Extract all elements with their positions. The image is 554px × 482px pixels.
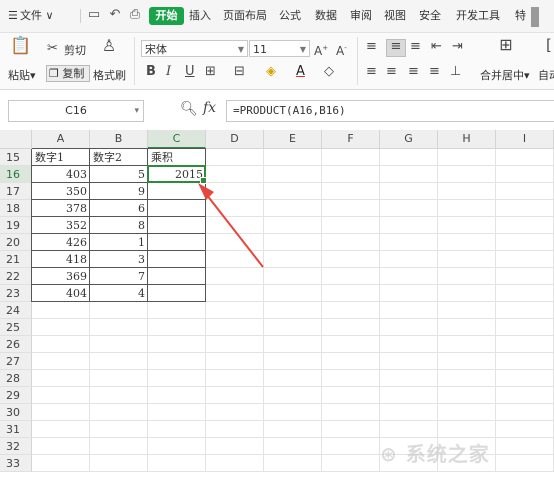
justify-icon[interactable]: ≡ xyxy=(429,65,440,79)
align-middle-icon[interactable]: ≡ xyxy=(386,39,406,57)
border-icon[interactable]: ⊞ xyxy=(205,65,216,79)
tab-security[interactable]: 安全 xyxy=(419,0,441,32)
cell-style-icon[interactable]: ⊟ xyxy=(234,65,245,79)
align-right-icon[interactable]: ≡ xyxy=(408,65,419,79)
indent-increase-icon[interactable]: ⇥ xyxy=(452,40,463,54)
align-top-icon[interactable]: ≡ xyxy=(366,40,377,54)
cut-button[interactable]: 剪切 xyxy=(64,42,86,58)
italic-icon[interactable]: I xyxy=(166,65,171,79)
tab-page-layout[interactable]: 页面布局 xyxy=(223,0,267,32)
indent-decrease-icon[interactable]: ⇤ xyxy=(431,40,442,54)
font-shrink-icon[interactable]: A- xyxy=(336,41,347,58)
tab-view[interactable]: 视图 xyxy=(384,0,406,32)
file-menu[interactable]: 文件 ∨ xyxy=(20,0,54,32)
chevron-down-icon: ▼ xyxy=(299,45,306,54)
underline-icon[interactable]: U xyxy=(185,65,195,79)
bold-icon[interactable]: B xyxy=(146,65,156,79)
tab-insert[interactable]: 插入 xyxy=(189,0,211,32)
paste-icon[interactable]: 📋 xyxy=(10,38,31,55)
zoom-search-icon[interactable]: 🔍︎ xyxy=(180,101,198,117)
merge-center-label: 合并居中 xyxy=(480,69,524,82)
font-color-icon[interactable]: A xyxy=(296,65,305,79)
format-painter-button[interactable]: 格式刷 xyxy=(93,67,126,83)
spreadsheet-grid: ABCDEFGHI 15 16 17 18 19 20 21 22 23 24 25 26 27 28 29… xyxy=(0,130,554,482)
align-left-icon[interactable]: ≡ xyxy=(366,65,377,79)
auto-wrap-button[interactable]: 自动 xyxy=(538,67,554,83)
format-painter-icon[interactable]: ♙ xyxy=(101,38,117,54)
caption-strip xyxy=(0,472,554,482)
cell-reference: C16 xyxy=(65,104,87,117)
scissors-icon[interactable]: ✂ xyxy=(47,42,58,56)
merge-icon[interactable]: ⊞ xyxy=(496,37,516,53)
fx-icon[interactable]: fx xyxy=(203,100,216,116)
name-box[interactable]: C16 ▾ xyxy=(8,100,144,122)
tab-formulas[interactable]: 公式 xyxy=(279,0,301,32)
clear-format-icon[interactable]: ◇ xyxy=(324,65,334,79)
ribbon-separator xyxy=(134,37,135,85)
formula-bar: C16 ▾ 🔍︎ fx =PRODUCT(A16,B16) xyxy=(0,98,554,124)
copy-button[interactable]: ❐ 复制 xyxy=(46,65,90,82)
print-icon[interactable]: ⎙ xyxy=(128,8,142,22)
chevron-down-icon: ▾ xyxy=(134,106,139,116)
file-menu-label: 文件 xyxy=(20,9,42,22)
tab-review[interactable]: 审阅 xyxy=(350,0,372,32)
font-size-value: 11 xyxy=(253,43,267,56)
font-name-select[interactable]: 宋体 ▼ xyxy=(141,40,248,57)
copy-label: 复制 xyxy=(62,67,85,80)
tab-data[interactable]: 数据 xyxy=(315,0,337,32)
ribbon: 📋 粘贴▾ ✂ 剪切 ❐ 复制 ♙ 格式刷 宋体 ▼ 11 ▼ A+ A- B I … xyxy=(0,33,554,90)
menu-bar: ☰ 文件 ∨ ▭ ↶ ⎙ 开始 插入 页面布局 公式 数据 审阅 视图 安全 开… xyxy=(0,0,554,33)
menu-separator xyxy=(80,9,81,23)
undo-icon[interactable]: ↶ xyxy=(108,8,122,22)
tab-special[interactable]: 特 xyxy=(515,0,526,32)
save-icon[interactable]: ▭ xyxy=(87,8,101,22)
paste-button[interactable]: 粘贴▾ xyxy=(8,67,36,83)
paste-label: 粘贴 xyxy=(8,69,30,82)
tab-home[interactable]: 开始 xyxy=(149,7,184,25)
distributed-icon[interactable]: ⊥ xyxy=(450,65,461,79)
tab-developer[interactable]: 开发工具 xyxy=(456,0,500,32)
annotation-arrow xyxy=(198,183,264,268)
font-grow-icon[interactable]: A+ xyxy=(314,41,328,58)
align-center-icon[interactable]: ≡ xyxy=(386,65,397,79)
font-size-select[interactable]: 11 ▼ xyxy=(249,40,310,57)
fill-color-icon[interactable]: ◈ xyxy=(266,65,276,79)
merge-center-button[interactable]: 合并居中▾ xyxy=(480,67,530,83)
menu-icon[interactable]: ☰ xyxy=(8,0,18,32)
ribbon-separator xyxy=(357,37,358,85)
copy-icon: ❐ xyxy=(49,67,59,80)
align-bottom-icon[interactable]: ≡ xyxy=(410,40,421,54)
wrap-icon[interactable]: [ xyxy=(546,38,552,53)
formula-input[interactable]: =PRODUCT(A16,B16) xyxy=(226,100,554,122)
chevron-down-icon: ▼ xyxy=(237,45,244,54)
font-name-value: 宋体 xyxy=(145,43,167,56)
scroll-grip[interactable] xyxy=(531,7,539,27)
watermark-logo: ⊛ 系统之家 xyxy=(380,442,490,466)
